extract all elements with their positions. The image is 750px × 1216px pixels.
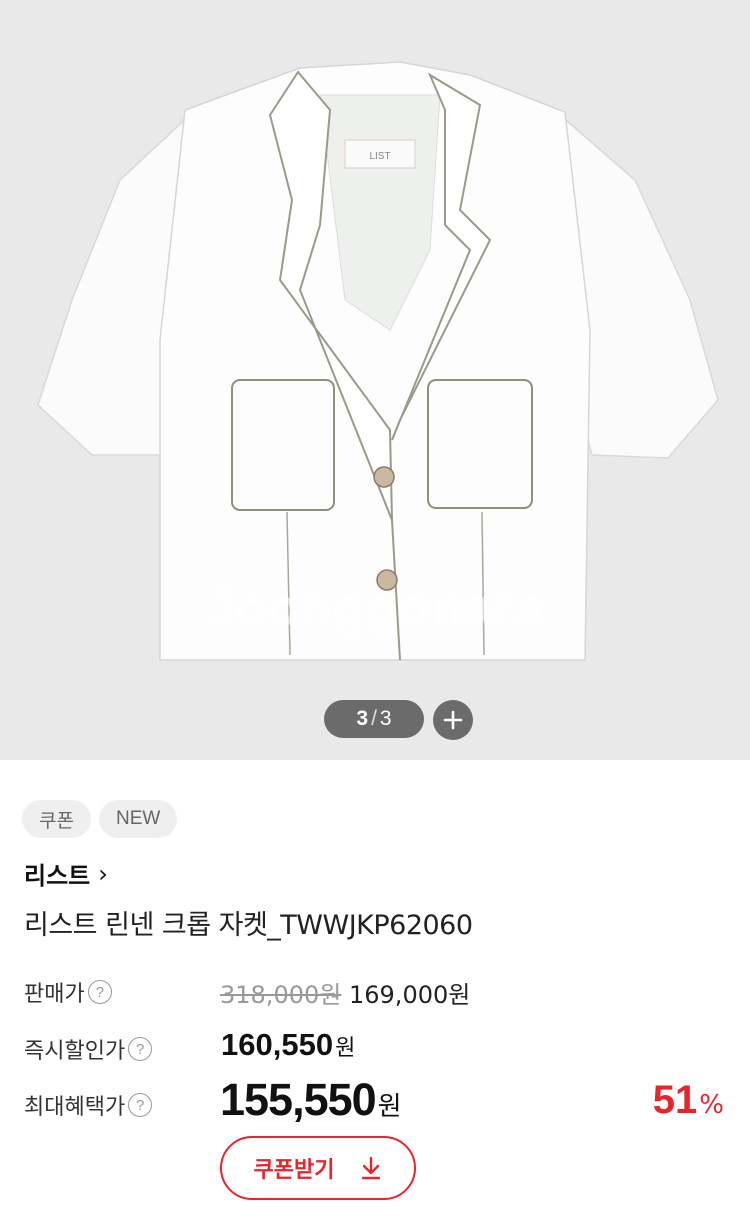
product-title: 리스트 린넨 크롭 자켓_TWWJKP62060 [24,910,473,941]
download-coupon-button[interactable]: 쿠폰받기 [220,1136,416,1200]
badge-group: 쿠폰 NEW [22,800,178,838]
coupon-badge: 쿠폰 [22,800,91,838]
zoom-plus-button[interactable] [433,700,473,740]
instant-price-label-group: 즉시할인가 ? [24,1033,153,1065]
garment-label-text: LIST [369,151,390,162]
help-icon[interactable]: ? [128,1093,153,1117]
image-counter-separator: / [371,707,377,730]
instant-price-row: 즉시할인가 ? [24,1033,153,1065]
sale-price-label: 판매가 [24,982,85,1007]
instant-price-unit: 원 [335,1036,356,1061]
image-counter[interactable]: 3 / 3 [324,700,424,738]
max-price-label-group: 최대혜택가 ? [24,1089,153,1121]
max-price-label: 최대혜택가 [24,1095,126,1120]
watermark: Joonggonara [204,579,546,637]
help-icon[interactable]: ? [128,1037,153,1061]
original-price: 318,000원 [220,981,342,1009]
chevron-right-icon: › [98,859,108,888]
max-price-unit: 원 [377,1092,402,1122]
sale-price: 169,000원 [349,981,471,1009]
product-photo: LIST [37,61,719,661]
image-counter-current: 3 [356,707,369,730]
help-icon[interactable]: ? [87,980,112,1004]
brand-name: 리스트 [24,862,91,890]
instant-price-label: 즉시할인가 [24,1039,126,1064]
product-image-gallery[interactable]: LIST Joonggonara 3 / 3 [0,0,750,760]
discount-rate-value: 51 [652,1078,698,1122]
coupon-button-label: 쿠폰받기 [253,1158,335,1183]
discount-rate: 51% [653,1078,724,1123]
max-price-row: 최대혜택가 ? [24,1089,153,1121]
new-badge: NEW [98,800,178,838]
instant-price-value: 160,550 [221,1027,334,1062]
instant-price: 160,550원 [221,1027,355,1063]
brand-link[interactable]: 리스트 › [24,856,108,891]
download-arrow-icon [362,1156,381,1180]
image-counter-total: 3 [379,707,392,730]
plus-icon [443,710,463,730]
discount-rate-unit: % [699,1090,724,1120]
max-benefit-price: 155,550원 [220,1074,402,1126]
sale-price-row: 판매가 ? [24,976,112,1008]
max-price-value: 155,550 [220,1074,377,1125]
sale-price-label-group: 판매가 ? [24,976,112,1008]
